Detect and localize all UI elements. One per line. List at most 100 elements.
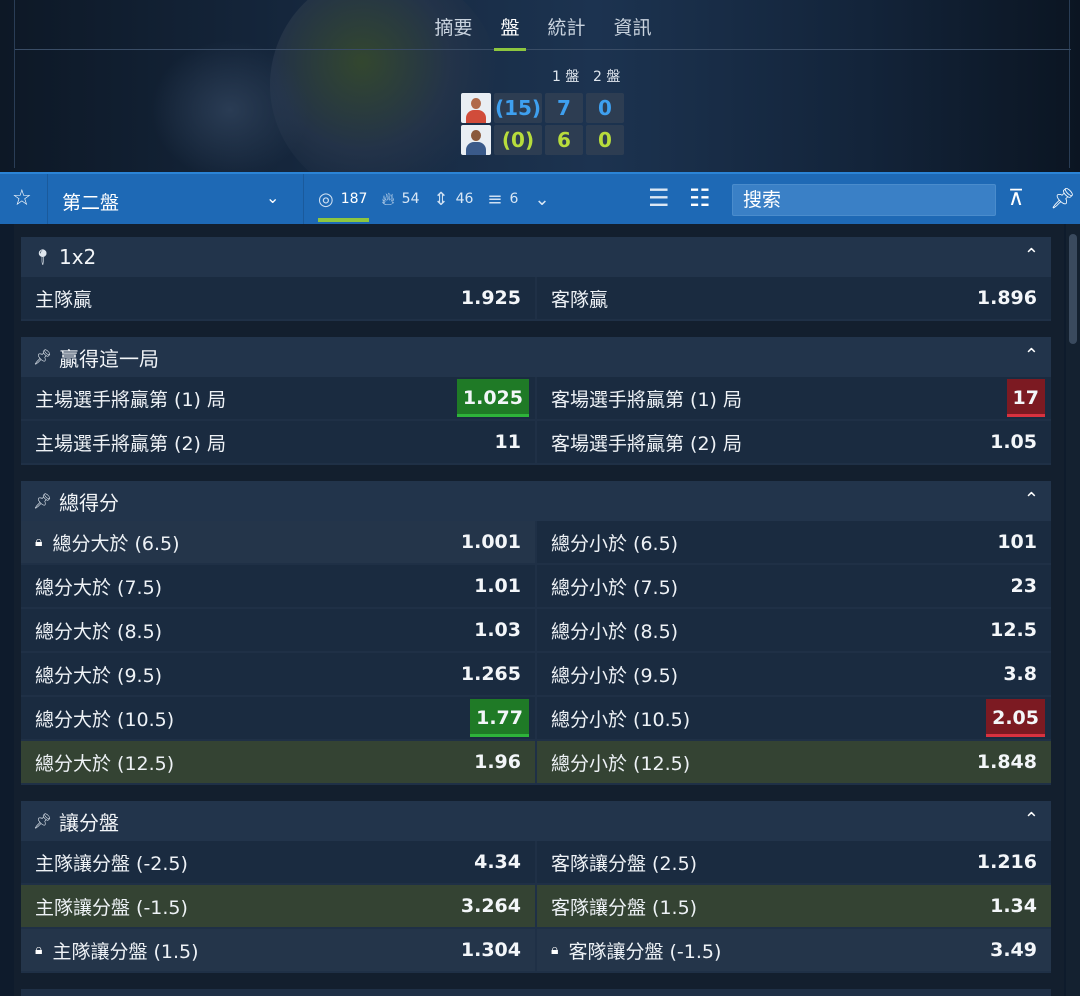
set-header-2: 2 盤 — [593, 69, 621, 85]
pin-icon[interactable]: 📌︎ — [33, 812, 59, 830]
avatar — [461, 93, 491, 123]
player-seed: (15) — [494, 93, 542, 123]
market-next-collapsed — [21, 989, 1051, 996]
pin-icon[interactable]: 📌︎ — [1050, 186, 1075, 210]
odds-cell-locked: 🔒︎ 客隊讓分盤 (-1.5) 3.49 — [537, 929, 1051, 971]
tab-markets[interactable]: 盤 — [486, 14, 533, 51]
avatar — [461, 125, 491, 155]
chevron-up-icon[interactable]: ⌃ — [1024, 489, 1039, 510]
odds-cell[interactable]: 總分小於 (6.5) 101 — [537, 521, 1051, 563]
lock-icon: 🔒︎ — [35, 534, 43, 550]
outcome-label: 主隊讓分盤 (-1.5) — [35, 896, 188, 919]
chevron-down-icon[interactable]: ⌄ — [534, 189, 549, 210]
filter-count: 6 — [509, 191, 519, 207]
market-title: 總得分 — [59, 490, 119, 515]
scrollbar-thumb[interactable] — [1069, 234, 1077, 344]
odds-value-falling: 17 — [1006, 379, 1045, 417]
market-header[interactable]: 📌︎ 讓分盤 ⌃ — [21, 801, 1051, 841]
outcome-label: 總分大於 (9.5) — [35, 664, 163, 687]
outcome-label: 客隊讓分盤 (2.5) — [551, 852, 698, 875]
outcome-label: 總分大於 (8.5) — [35, 620, 163, 643]
odds-cell[interactable]: 客隊贏 1.896 — [537, 277, 1051, 319]
odds-value: 1.05 — [990, 431, 1037, 453]
odds-cell[interactable]: 主隊讓分盤 (-2.5) 4.34 — [21, 841, 535, 883]
pin-icon[interactable]: 📍︎ — [33, 248, 59, 266]
odds-value: 3.8 — [1003, 663, 1037, 685]
fire-icon: 🔥︎ — [381, 188, 395, 210]
odds-value-rising: 1.025 — [456, 379, 529, 417]
outcome-label: 客場選手將贏第 (2) 局 — [551, 432, 742, 455]
filter-handicap[interactable]: ≡ 6 — [487, 187, 518, 211]
odds-value: 11 — [494, 431, 521, 453]
odds-cell[interactable]: 主隊贏 1.925 — [21, 277, 535, 319]
market-row: 主隊讓分盤 (-2.5) 4.34 客隊讓分盤 (2.5) 1.216 — [21, 841, 1051, 885]
odds-cell[interactable]: 主場選手將贏第 (1) 局 1.025 — [21, 377, 535, 419]
odds-cell[interactable]: 總分小於 (9.5) 3.8 — [537, 653, 1051, 695]
list-view-icon[interactable]: ☰ — [648, 186, 670, 210]
filter-over-under[interactable]: ⇕ 46 — [434, 187, 474, 211]
odds-cell-main-line[interactable]: 總分小於 (12.5) 1.848 — [537, 741, 1051, 783]
odds-cell[interactable]: 總分大於 (10.5) 1.77 — [21, 697, 535, 739]
odds-value: 1.304 — [460, 939, 521, 961]
chevron-up-icon[interactable]: ⌃ — [1024, 809, 1039, 830]
match-header: 摘要 盤 統計 資訊 1 盤 2 盤 (15) 7 0 (0) 6 0 — [0, 0, 1080, 172]
player-seed: (0) — [494, 125, 542, 155]
chevron-down-icon[interactable]: ⌄ — [266, 188, 279, 207]
outcome-label: 總分大於 (10.5) — [35, 708, 175, 731]
outcome-label: 總分大於 (12.5) — [35, 752, 175, 775]
market-header[interactable]: 📌︎ 贏得這一局 ⌃ — [21, 337, 1051, 377]
favorite-star-icon[interactable]: ☆ — [12, 186, 32, 211]
odds-cell[interactable]: 總分小於 (7.5) 23 — [537, 565, 1051, 607]
tab-summary[interactable]: 摘要 — [420, 14, 486, 50]
odds-value: 1.265 — [460, 663, 521, 685]
set-header-1: 1 盤 — [552, 69, 580, 85]
odds-cell[interactable]: 客場選手將贏第 (2) 局 1.05 — [537, 421, 1051, 463]
odds-cell[interactable]: 總分大於 (8.5) 1.03 — [21, 609, 535, 651]
odds-cell[interactable]: 主場選手將贏第 (2) 局 11 — [21, 421, 535, 463]
outcome-label: 客隊贏 — [551, 288, 609, 311]
chevron-up-icon[interactable]: ⌃ — [1024, 345, 1039, 366]
market-toolbar: ☆ 第二盤 ⌄ ◎ 187 🔥︎ 54 ⇕ 46 ≡ 6 ⌄ ☰ ☷ ⊼ 📌︎ — [0, 172, 1080, 224]
two-column-view-icon[interactable]: ☷ — [689, 186, 711, 210]
filter-all-markets[interactable]: ◎ 187 — [318, 187, 370, 222]
market-header[interactable]: 📌︎ 總得分 ⌃ — [21, 481, 1051, 521]
outcome-label: 總分大於 (7.5) — [35, 576, 163, 599]
odds-cell-locked: 🔒︎ 主隊讓分盤 (1.5) 1.304 — [21, 929, 535, 971]
odds-value: 1.34 — [990, 895, 1037, 917]
outcome-label: 總分小於 (7.5) — [551, 576, 679, 599]
odds-cell[interactable]: 總分大於 (7.5) 1.01 — [21, 565, 535, 607]
search-input[interactable] — [732, 184, 996, 216]
odds-value: 12.5 — [990, 619, 1037, 641]
market-win-game: 📌︎ 贏得這一局 ⌃ 主場選手將贏第 (1) 局 1.025 客場選手將贏第 (… — [21, 337, 1051, 465]
period-select[interactable]: 第二盤 — [62, 188, 119, 215]
pin-icon[interactable]: 📌︎ — [33, 492, 59, 510]
odds-value: 1.896 — [976, 287, 1037, 309]
pin-icon[interactable]: 📌︎ — [33, 348, 59, 366]
tab-info[interactable]: 資訊 — [600, 14, 666, 50]
odds-cell-main-line[interactable]: 客隊讓分盤 (1.5) 1.34 — [537, 885, 1051, 927]
odds-cell[interactable]: 總分小於 (8.5) 12.5 — [537, 609, 1051, 651]
scrollbar[interactable] — [1066, 224, 1080, 996]
odds-cell-main-line[interactable]: 總分大於 (12.5) 1.96 — [21, 741, 535, 783]
outcome-label: 客場選手將贏第 (1) 局 — [551, 388, 742, 411]
tab-stats[interactable]: 統計 — [534, 14, 600, 50]
outcome-label: 主場選手將贏第 (2) 局 — [35, 432, 226, 455]
odds-cell[interactable]: 客場選手將贏第 (1) 局 17 — [537, 377, 1051, 419]
set-score: 0 — [586, 125, 624, 155]
odds-value: 3.264 — [460, 895, 521, 917]
market-row: 總分大於 (7.5) 1.01 總分小於 (7.5) 23 — [21, 565, 1051, 609]
collapse-all-icon[interactable]: ⊼ — [1008, 186, 1024, 211]
odds-value: 23 — [1010, 575, 1037, 597]
market-row: 總分大於 (10.5) 1.77 總分小於 (10.5) 2.05 — [21, 697, 1051, 741]
chevron-up-icon[interactable]: ⌃ — [1024, 245, 1039, 266]
player-away-row: (0) 6 0 — [461, 125, 624, 155]
odds-cell[interactable]: 總分小於 (10.5) 2.05 — [537, 697, 1051, 739]
market-header[interactable]: 📍︎ 1x2 ⌃ — [21, 237, 1051, 277]
top-tabs: 摘要 盤 統計 資訊 — [15, 14, 1071, 51]
odds-value-falling: 2.05 — [986, 699, 1045, 737]
market-row: 🔒︎ 總分大於 (6.5) 1.001 總分小於 (6.5) 101 — [21, 521, 1051, 565]
filter-popular[interactable]: 🔥︎ 54 — [381, 187, 419, 211]
odds-cell-main-line[interactable]: 主隊讓分盤 (-1.5) 3.264 — [21, 885, 535, 927]
odds-cell[interactable]: 客隊讓分盤 (2.5) 1.216 — [537, 841, 1051, 883]
odds-cell[interactable]: 總分大於 (9.5) 1.265 — [21, 653, 535, 695]
